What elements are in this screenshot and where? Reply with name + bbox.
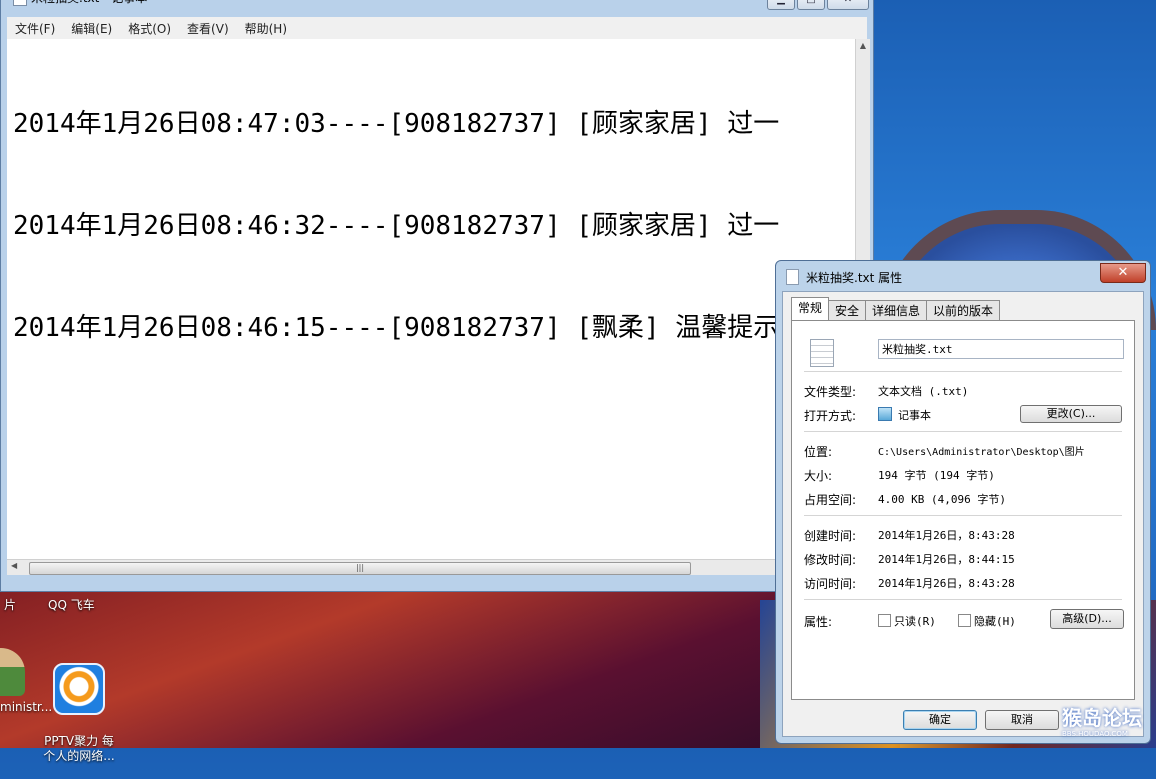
file-icon [786,269,799,285]
ok-button[interactable]: 确定 [903,710,977,730]
separator [804,599,1122,600]
desktop-icon-pptv[interactable]: PPTV聚力 每 个人的网络... [38,648,120,779]
menu-format[interactable]: 格式(O) [120,20,179,37]
notepad-title: 米粒抽奖.txt - 记事本 [31,0,147,9]
created-label: 创建时间: [804,529,857,543]
text-file-icon [810,339,834,367]
desktop-icon-label: ministr... [0,700,53,714]
desktop-icon-label: PPTV聚力 每 个人的网络... [43,734,115,763]
general-panel: 米粒抽奖.txt 文件类型: 文本文档 (.txt) 打开方式: 记事本 更改(… [791,320,1135,700]
text-line: 2014年1月26日08:46:32----[908182737] [顾家家居]… [13,211,780,241]
size-value: 194 字节 (194 字节) [878,469,995,482]
filename-input[interactable]: 米粒抽奖.txt [878,339,1124,359]
separator [804,515,1122,516]
tab-previous-versions[interactable]: 以前的版本 [926,300,1001,321]
notepad-window[interactable]: 米粒抽奖.txt - 记事本 ▁□✕ 文件(F) 编辑(E) 格式(O) 查看(… [0,0,874,592]
hidden-checkbox[interactable]: 隐藏(H) [958,613,1016,629]
dialog-body: 常规 安全 详细信息 以前的版本 米粒抽奖.txt 文件类型: 文本文档 (.t… [782,291,1144,737]
maximize-icon[interactable]: □ [797,0,825,10]
horizontal-scrollbar[interactable]: ◀ ||| ▶ [7,559,855,576]
menu-bar: 文件(F) 编辑(E) 格式(O) 查看(V) 帮助(H) [7,17,867,39]
modified-value: 2014年1月26日，8:44:15 [878,553,1015,566]
properties-dialog[interactable]: 米粒抽奖.txt 属性 ✕ 常规 安全 详细信息 以前的版本 米粒抽奖.txt … [775,260,1151,744]
notepad-doc-icon [13,0,27,6]
open-with-value: 记事本 [878,407,931,423]
text-editor[interactable]: 2014年1月26日08:47:03----[908182737] [顾家家居]… [7,39,855,559]
text-line: 2014年1月26日08:46:15----[908182737] [飘柔] 温… [13,313,780,343]
close-icon[interactable]: ✕ [1100,263,1146,283]
modified-label: 修改时间: [804,553,857,567]
scroll-up-icon[interactable]: ▲ [856,39,870,53]
separator [804,431,1122,432]
user-icon [0,648,25,696]
readonly-label: 只读(R) [894,615,936,628]
checkbox-box[interactable] [958,614,971,627]
attributes-label: 属性: [804,615,833,629]
close-icon[interactable]: ✕ [827,0,869,10]
location-label: 位置: [804,445,833,459]
scrollbar-thumb[interactable]: ||| [29,562,691,575]
checkbox-box[interactable] [878,614,891,627]
window-frame-bottom [7,575,869,587]
hidden-label: 隐藏(H) [974,615,1016,628]
desktop-icon-label-pictures: 片 [4,598,17,612]
tab-details[interactable]: 详细信息 [865,300,928,321]
size-on-disk-value: 4.00 KB (4,096 字节) [878,493,1006,506]
readonly-checkbox[interactable]: 只读(R) [878,613,936,629]
watermark-url: BBS.HOUDAO.COM [1062,730,1128,738]
size-label: 大小: [804,469,833,483]
tab-security[interactable]: 安全 [828,300,867,321]
tab-general[interactable]: 常规 [791,297,830,321]
accessed-value: 2014年1月26日，8:43:28 [878,577,1015,590]
advanced-button[interactable]: 高级(D)... [1050,609,1124,629]
change-button[interactable]: 更改(C)... [1020,405,1122,423]
open-with-label: 打开方式: [804,409,857,423]
created-value: 2014年1月26日，8:43:28 [878,529,1015,542]
pptv-icon [53,663,105,715]
text-line: 2014年1月26日08:47:03----[908182737] [顾家家居]… [13,109,780,139]
menu-file[interactable]: 文件(F) [7,20,63,37]
separator [804,371,1122,372]
desktop-icon-admin[interactable]: ministr... [0,648,53,715]
desktop-icon-label-qq: QQ 飞车 [48,598,95,612]
menu-edit[interactable]: 编辑(E) [63,20,120,37]
file-type-value: 文本文档 (.txt) [878,385,969,398]
open-with-app: 记事本 [898,409,931,422]
location-value: C:\Users\Administrator\Desktop\图片 [878,447,1085,458]
cancel-button[interactable]: 取消 [985,710,1059,730]
file-type-label: 文件类型: [804,385,857,399]
watermark-logo: 猴岛论坛 BBS.HOUDAO.COM [1062,706,1152,746]
tab-bar: 常规 安全 详细信息 以前的版本 [791,297,1001,321]
minimize-icon[interactable]: ▁ [767,0,795,10]
notepad-icon [878,407,892,421]
scroll-left-icon[interactable]: ◀ [11,561,17,570]
menu-view[interactable]: 查看(V) [179,20,237,37]
size-on-disk-label: 占用空间: [804,493,857,507]
dialog-title: 米粒抽奖.txt 属性 [806,271,903,285]
watermark-text: 猴岛论坛 [1062,706,1142,730]
accessed-label: 访问时间: [804,577,857,591]
window-controls: ▁□✕ [765,0,869,10]
menu-help[interactable]: 帮助(H) [237,20,295,37]
